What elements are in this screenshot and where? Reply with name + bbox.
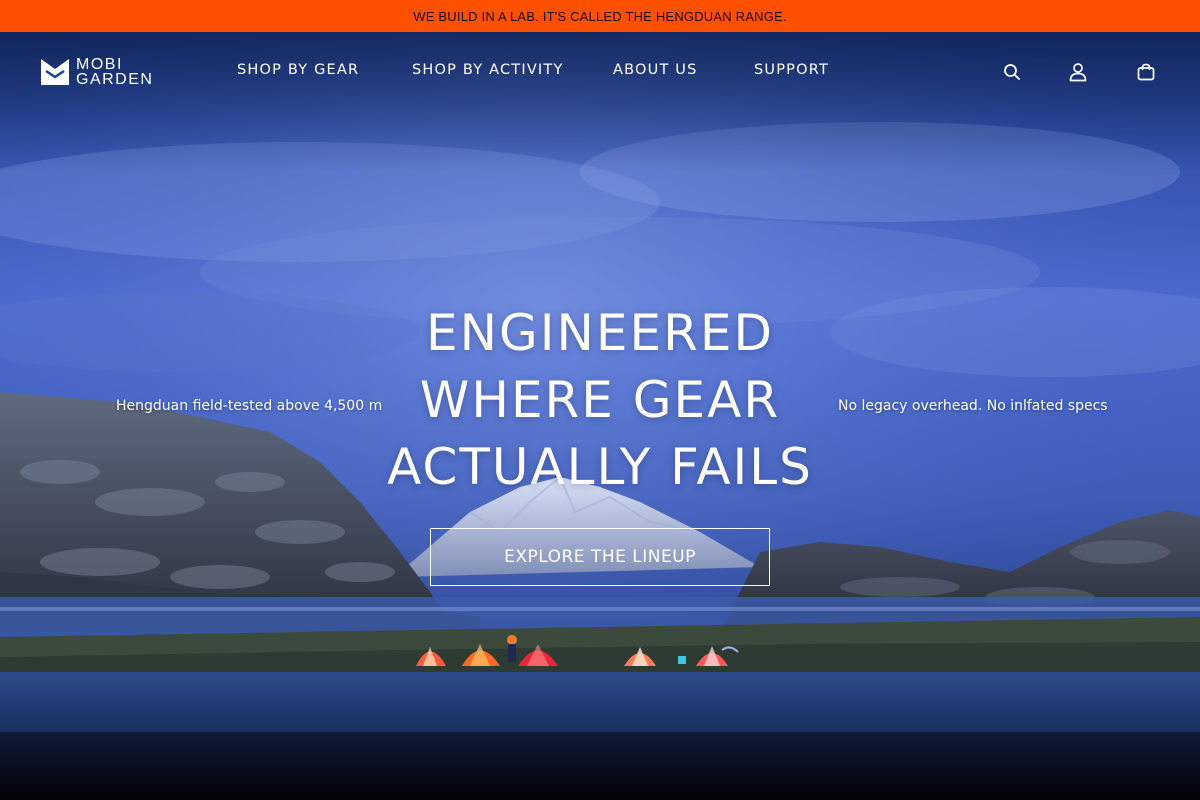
cart-button[interactable] (1134, 60, 1158, 84)
nav-shop-by-activity[interactable]: SHOP BY ACTIVITY (412, 62, 564, 78)
hero-headline-line-3: ACTUALLY FAILS (387, 438, 813, 496)
search-icon (1004, 64, 1020, 80)
search-button[interactable] (1000, 60, 1024, 84)
hero-left-note: Hengduan field-tested above 4,500 m (116, 398, 383, 414)
nav-support[interactable]: SUPPORT (754, 62, 829, 78)
hero-right-note: No legacy overhead. No inlfated specs (838, 398, 1108, 414)
explore-lineup-button[interactable]: EXPLORE THE LINEUP (430, 528, 770, 586)
account-button[interactable] (1066, 60, 1090, 84)
account-icon (1069, 63, 1087, 82)
nav-about-us[interactable]: ABOUT US (613, 62, 698, 78)
announcement-text: WE BUILD IN A LAB. IT'S CALLED THE HENGD… (413, 8, 787, 24)
shopping-bag-icon (1137, 63, 1155, 81)
nav-shop-by-gear[interactable]: SHOP BY GEAR (237, 62, 359, 78)
site-header: MOBI GARDEN SHOP BY GEAR SHOP BY ACTIVIT… (0, 32, 1200, 112)
hero-headline-line-1: ENGINEERED (426, 304, 774, 362)
page: WE BUILD IN A LAB. IT'S CALLED THE HENGD… (0, 0, 1200, 800)
announcement-bar: WE BUILD IN A LAB. IT'S CALLED THE HENGD… (0, 0, 1200, 32)
